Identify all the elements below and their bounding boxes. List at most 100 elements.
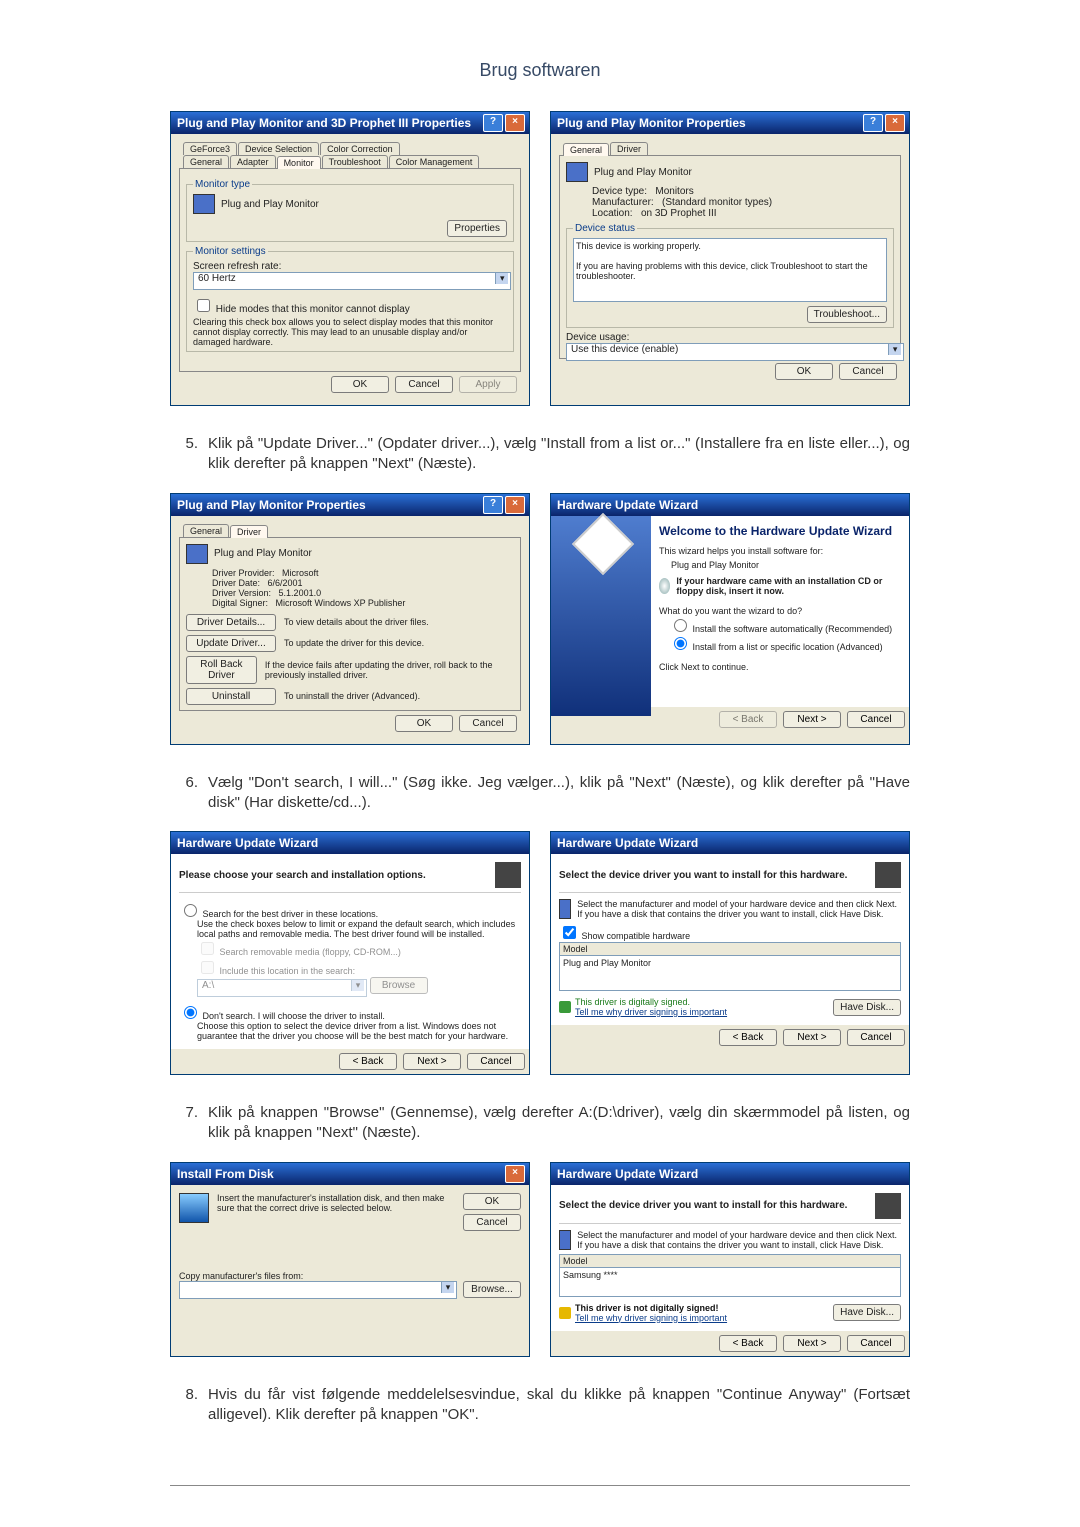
install-auto-radio[interactable]	[674, 619, 687, 632]
dialog-titlebar[interactable]: Hardware Update Wizard	[551, 1163, 909, 1185]
monitor-settings-label: Monitor settings	[193, 246, 268, 257]
help-icon[interactable]: ?	[483, 114, 503, 132]
tab-geforce3[interactable]: GeForce3	[183, 142, 237, 155]
step-6: 6. Vælg "Don't search, I will..." (Søg i…	[170, 773, 910, 814]
dialog-titlebar[interactable]: Install From Disk ×	[171, 1163, 529, 1185]
apply-button: Apply	[459, 376, 517, 393]
why-signing-link[interactable]: Tell me why driver signing is important	[575, 1313, 727, 1323]
tab-adapter[interactable]: Adapter	[230, 155, 276, 168]
wizard-desc: Select the manufacturer and model of you…	[577, 1230, 901, 1250]
next-button[interactable]: Next >	[783, 1335, 841, 1352]
tab-strip-row1[interactable]: GeForce3 Device Selection Color Correcti…	[179, 142, 521, 155]
dont-search-desc: Choose this option to select the device …	[197, 1021, 521, 1041]
ok-button[interactable]: OK	[463, 1193, 521, 1210]
rollback-driver-button[interactable]: Roll Back Driver	[186, 656, 257, 684]
refresh-label: Screen refresh rate:	[193, 261, 507, 272]
manufacturer-label: Manufacturer:	[592, 197, 654, 208]
tab-strip-row2[interactable]: General Adapter Monitor Troubleshoot Col…	[179, 155, 521, 168]
hide-modes-checkbox[interactable]	[197, 299, 210, 312]
pnp-monitor-driver-dialog: Plug and Play Monitor Properties ? × Gen…	[170, 493, 530, 745]
back-button: < Back	[719, 711, 777, 728]
driver-date-label: Driver Date:	[212, 578, 260, 588]
tab-general[interactable]: General	[183, 524, 229, 537]
device-status-group: Device status This device is working pro…	[566, 223, 894, 328]
ok-button[interactable]: OK	[331, 376, 389, 393]
next-button[interactable]: Next >	[783, 1029, 841, 1046]
search-locations-radio[interactable]	[184, 904, 197, 917]
dialog-title: Plug and Play Monitor Properties	[557, 116, 861, 130]
cancel-button[interactable]: Cancel	[847, 1335, 905, 1352]
tab-monitor[interactable]: Monitor	[277, 156, 321, 169]
tab-troubleshoot[interactable]: Troubleshoot	[322, 155, 388, 168]
dont-search-radio[interactable]	[184, 1006, 197, 1019]
dialog-titlebar[interactable]: Plug and Play Monitor Properties ? ×	[171, 494, 529, 516]
tab-strip[interactable]: General Driver	[179, 524, 521, 537]
uninstall-desc: To uninstall the driver (Advanced).	[284, 691, 420, 701]
tab-color-correction[interactable]: Color Correction	[320, 142, 400, 155]
cancel-button[interactable]: Cancel	[463, 1214, 521, 1231]
dialog-titlebar[interactable]: Plug and Play Monitor Properties ? ×	[551, 112, 909, 134]
digital-signer-label: Digital Signer:	[212, 598, 268, 608]
cancel-button[interactable]: Cancel	[467, 1053, 525, 1070]
ok-button[interactable]: OK	[775, 363, 833, 380]
warning-icon	[559, 1307, 571, 1319]
page-title: Brug softwaren	[170, 60, 910, 81]
properties-button[interactable]: Properties	[447, 220, 507, 237]
cancel-button[interactable]: Cancel	[847, 711, 905, 728]
help-icon[interactable]: ?	[483, 496, 503, 514]
model-list-item[interactable]: Plug and Play Monitor	[560, 956, 900, 990]
close-icon[interactable]: ×	[505, 114, 525, 132]
back-button[interactable]: < Back	[719, 1029, 777, 1046]
device-type-label: Device type:	[592, 186, 647, 197]
update-driver-button[interactable]: Update Driver...	[186, 635, 276, 652]
dialog-titlebar[interactable]: Plug and Play Monitor and 3D Prophet III…	[171, 112, 529, 134]
monitor-type-label: Monitor type	[193, 179, 252, 190]
disk-icon	[179, 1193, 209, 1223]
install-list-radio[interactable]	[674, 637, 687, 650]
ok-button[interactable]: OK	[395, 715, 453, 732]
tab-general[interactable]: General	[183, 155, 229, 168]
show-compatible-label: Show compatible hardware	[582, 931, 691, 941]
driver-provider-value: Microsoft	[282, 568, 319, 578]
help-icon[interactable]: ?	[863, 114, 883, 132]
cancel-button[interactable]: Cancel	[839, 363, 897, 380]
close-icon[interactable]: ×	[505, 1165, 525, 1183]
show-compatible-checkbox[interactable]	[563, 926, 576, 939]
back-button[interactable]: < Back	[719, 1335, 777, 1352]
dialog-titlebar[interactable]: Hardware Update Wizard	[551, 832, 909, 854]
back-button[interactable]: < Back	[339, 1053, 397, 1070]
uninstall-button[interactable]: Uninstall	[186, 688, 276, 705]
cancel-button[interactable]: Cancel	[847, 1029, 905, 1046]
tab-color-management[interactable]: Color Management	[389, 155, 480, 168]
close-icon[interactable]: ×	[885, 114, 905, 132]
cancel-button[interactable]: Cancel	[459, 715, 517, 732]
next-button[interactable]: Next >	[783, 711, 841, 728]
tab-device-selection[interactable]: Device Selection	[238, 142, 319, 155]
tab-driver[interactable]: Driver	[230, 525, 268, 538]
cancel-button[interactable]: Cancel	[395, 376, 453, 393]
install-from-disk-dialog: Install From Disk × Insert the manufactu…	[170, 1162, 530, 1357]
browse-button[interactable]: Browse...	[463, 1281, 521, 1298]
refresh-rate-select[interactable]: 60 Hertz	[193, 272, 511, 290]
tab-strip[interactable]: General Driver	[559, 142, 901, 155]
tab-driver[interactable]: Driver	[610, 142, 648, 155]
close-icon[interactable]: ×	[505, 496, 525, 514]
wizard-heading: Select the device driver you want to ins…	[559, 1200, 875, 1211]
step-text: Vælg "Don't search, I will..." (Søg ikke…	[208, 773, 910, 814]
dialog-titlebar[interactable]: Hardware Update Wizard	[171, 832, 529, 854]
why-signing-link[interactable]: Tell me why driver signing is important	[575, 1007, 727, 1017]
have-disk-button[interactable]: Have Disk...	[833, 999, 901, 1016]
update-driver-desc: To update the driver for this device.	[284, 638, 424, 648]
model-list-item[interactable]: Samsung ****	[560, 1268, 900, 1296]
device-usage-label: Device usage:	[566, 332, 894, 343]
troubleshoot-button[interactable]: Troubleshoot...	[807, 306, 887, 323]
shield-icon	[559, 1001, 571, 1013]
copy-from-input[interactable]	[179, 1281, 457, 1299]
driver-details-button[interactable]: Driver Details...	[186, 614, 276, 631]
dialog-titlebar[interactable]: Hardware Update Wizard	[551, 494, 909, 516]
have-disk-button[interactable]: Have Disk...	[833, 1304, 901, 1321]
next-button[interactable]: Next >	[403, 1053, 461, 1070]
device-status-text: This device is working properly. If you …	[573, 238, 887, 302]
device-usage-select[interactable]: Use this device (enable)	[566, 343, 904, 361]
tab-general[interactable]: General	[563, 143, 609, 156]
